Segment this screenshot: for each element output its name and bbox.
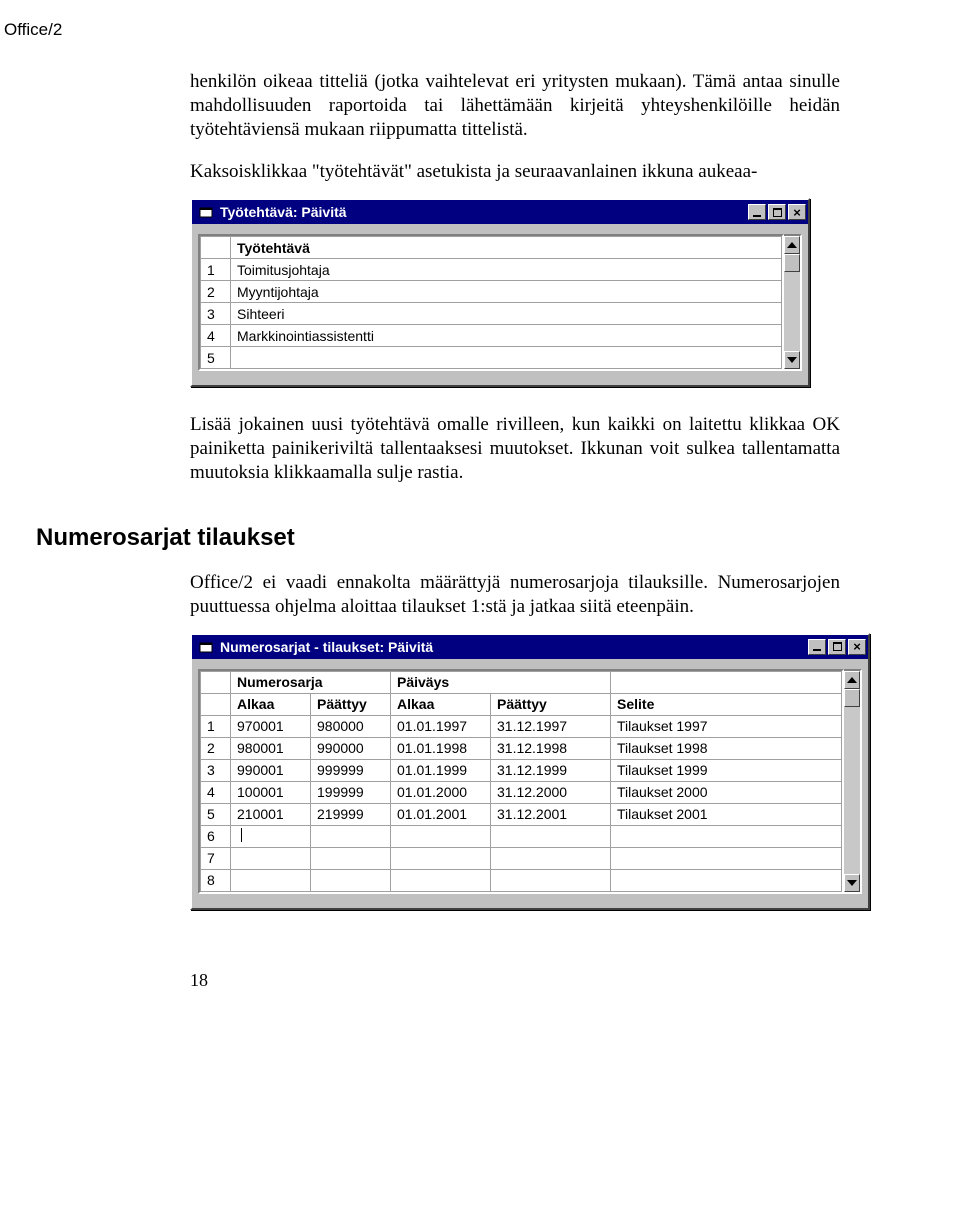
header-tag: Office/2 [4, 20, 870, 40]
column-group-numerosarja: Numerosarja [231, 671, 391, 693]
window-icon [198, 639, 214, 655]
minimize-button[interactable] [748, 204, 766, 220]
table-row[interactable]: 7 [201, 847, 842, 869]
column-group-paivays: Päiväys [391, 671, 611, 693]
column-header-alkaa2[interactable]: Alkaa [391, 693, 491, 715]
column-header[interactable]: Työtehtävä [231, 237, 782, 259]
intro-paragraph-1: henkilön oikeaa titteliä (jotka vaihtele… [190, 70, 840, 141]
window-title: Työtehtävä: Päivitä [218, 204, 748, 220]
data-grid[interactable]: Työtehtävä 1Toimitusjohtaja 2Myyntijohta… [198, 234, 784, 371]
close-button[interactable]: × [848, 639, 866, 655]
page-number: 18 [190, 970, 870, 991]
table-row[interactable]: 8 [201, 869, 842, 891]
window-icon [198, 204, 214, 220]
after-paragraph: Lisää jokainen uusi työtehtävä omalle ri… [190, 413, 840, 484]
table-row[interactable]: 298000199000001.01.199831.12.1998Tilauks… [201, 737, 842, 759]
scroll-up-button[interactable] [844, 671, 860, 689]
window-tyotehtava: Työtehtävä: Päivitä × Työtehtävä [190, 198, 810, 387]
table-row[interactable]: 197000198000001.01.199731.12.1997Tilauks… [201, 715, 842, 737]
scroll-track[interactable] [844, 707, 860, 874]
column-header-alkaa1[interactable]: Alkaa [231, 693, 311, 715]
table-row[interactable]: 410000119999901.01.200031.12.2000Tilauks… [201, 781, 842, 803]
scroll-down-button[interactable] [844, 874, 860, 892]
scroll-thumb[interactable] [784, 254, 800, 272]
table-row[interactable]: 399000199999901.01.199931.12.1999Tilauks… [201, 759, 842, 781]
table-row[interactable]: 1Toimitusjohtaja [201, 259, 782, 281]
scroll-track[interactable] [784, 272, 800, 351]
intro-paragraph-2: Kaksoisklikkaa "työtehtävät" asetukista … [190, 160, 840, 184]
table-row[interactable]: 521000121999901.01.200131.12.2001Tilauks… [201, 803, 842, 825]
maximize-button[interactable] [768, 204, 786, 220]
table-row[interactable]: 6 [201, 825, 842, 847]
section-heading: Numerosarjat tilaukset [36, 524, 870, 552]
section-body: Office/2 ei vaadi ennakolta määrättyjä n… [190, 571, 840, 619]
maximize-button[interactable] [828, 639, 846, 655]
scroll-down-button[interactable] [784, 351, 800, 369]
titlebar[interactable]: Työtehtävä: Päivitä × [192, 200, 808, 224]
grid-container: Työtehtävä 1Toimitusjohtaja 2Myyntijohta… [192, 224, 808, 385]
vertical-scrollbar[interactable] [784, 234, 802, 371]
window-numerosarjat: Numerosarjat - tilaukset: Päivitä × Nume… [190, 633, 870, 910]
window-title: Numerosarjat - tilaukset: Päivitä [218, 639, 808, 655]
column-header-paattyy2[interactable]: Päättyy [491, 693, 611, 715]
scroll-thumb[interactable] [844, 689, 860, 707]
column-header-selite[interactable]: Selite [611, 693, 842, 715]
column-header-paattyy1[interactable]: Päättyy [311, 693, 391, 715]
close-button[interactable]: × [788, 204, 806, 220]
table-row[interactable]: 4Markkinointiassistentti [201, 325, 782, 347]
vertical-scrollbar[interactable] [844, 669, 862, 894]
titlebar[interactable]: Numerosarjat - tilaukset: Päivitä × [192, 635, 868, 659]
data-grid[interactable]: Numerosarja Päiväys Alkaa Päättyy Alkaa … [198, 669, 844, 894]
scroll-up-button[interactable] [784, 236, 800, 254]
minimize-button[interactable] [808, 639, 826, 655]
table-row[interactable]: 3Sihteeri [201, 303, 782, 325]
table-row[interactable]: 2Myyntijohtaja [201, 281, 782, 303]
grid-container: Numerosarja Päiväys Alkaa Päättyy Alkaa … [192, 659, 868, 908]
active-cell[interactable] [231, 825, 311, 847]
table-row[interactable]: 5 [201, 347, 782, 369]
page: Office/2 henkilön oikeaa titteliä (jotka… [0, 0, 960, 1031]
